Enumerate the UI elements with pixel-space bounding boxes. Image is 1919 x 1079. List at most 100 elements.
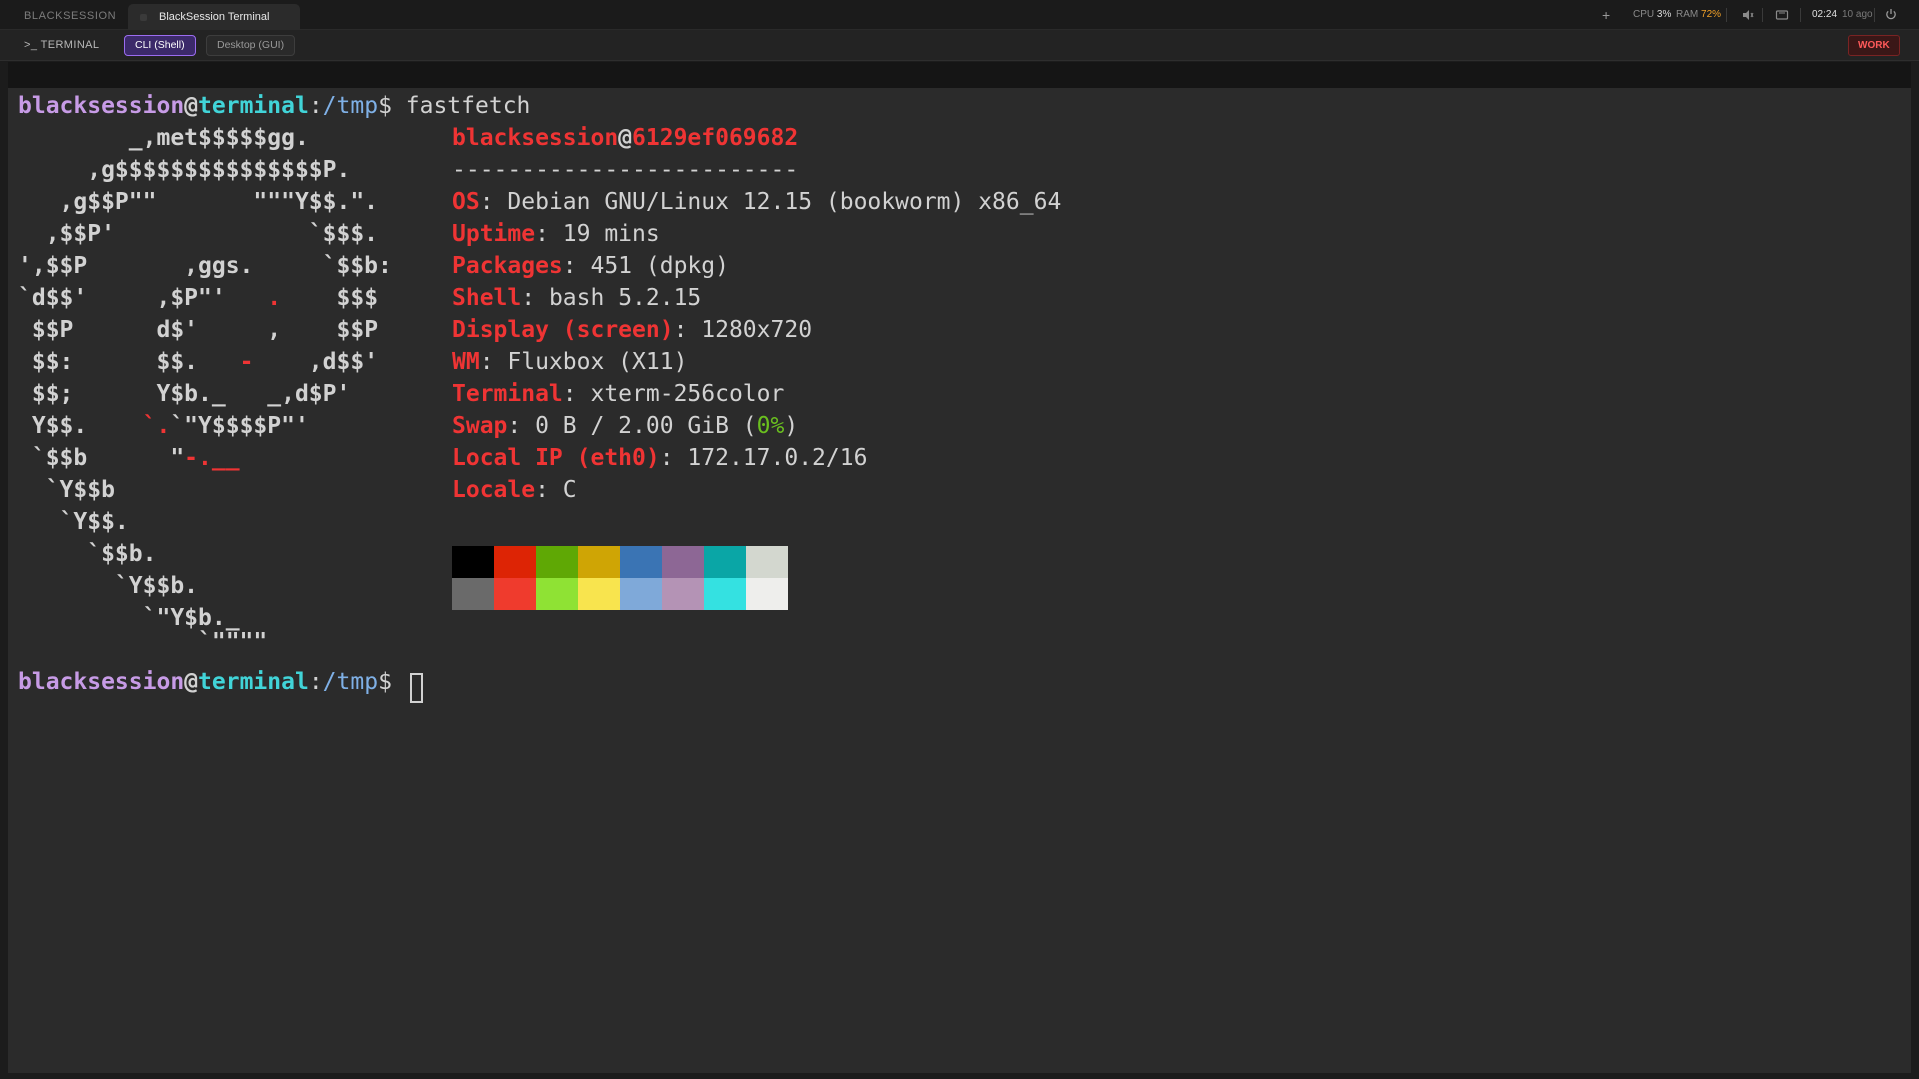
info-title: blacksession@6129ef069682 xyxy=(452,122,798,154)
palette-swatch-normal-3 xyxy=(578,546,620,578)
work-badge[interactable]: WORK xyxy=(1848,35,1900,56)
info-key: OS xyxy=(452,189,480,215)
prompt-path: /tmp xyxy=(322,93,379,119)
prompt-path: /tmp xyxy=(322,669,379,695)
cli-shell-button[interactable]: CLI (Shell) xyxy=(124,35,196,56)
palette-swatch-bright-6 xyxy=(704,578,746,610)
palette-swatch-normal-0 xyxy=(452,546,494,578)
info-separator: ------------------------- xyxy=(452,157,799,183)
divider xyxy=(1800,8,1801,22)
info-key: Uptime xyxy=(452,221,536,247)
logo-line: ,g$$P"" """Y$$.". xyxy=(18,189,379,215)
divider xyxy=(1874,8,1875,22)
logo-accent: - xyxy=(239,349,254,375)
logo-accent: -.__ xyxy=(184,445,240,471)
divider xyxy=(1762,8,1763,22)
info-key: Shell xyxy=(452,285,522,311)
info-row-shell: Shell: bash 5.2.15 xyxy=(452,282,701,314)
logo-line: `"""" xyxy=(18,629,268,655)
logo-line: `Y$$. xyxy=(18,509,129,535)
volume-icon[interactable] xyxy=(1741,8,1755,27)
mode-bar: >_ TERMINAL CLI (Shell) Desktop (GUI) WO… xyxy=(0,30,1919,61)
logo-accent: . xyxy=(267,285,282,311)
cpu-usage: CPU 3% xyxy=(1633,9,1671,20)
logo-accent xyxy=(253,317,267,343)
logo-line: ',$$P ,ggs. `$$b: xyxy=(18,253,392,279)
info-row-terminal: Terminal: xterm-256color xyxy=(452,378,784,410)
info-row-locale: Locale: C xyxy=(452,474,577,506)
logo-line: ,g$$$$$$$$$$$$$$$P. xyxy=(18,157,351,183)
palette-swatch-bright-4 xyxy=(620,578,662,610)
app-name: BLACKSESSION xyxy=(24,10,117,22)
cast-icon[interactable] xyxy=(1775,8,1789,27)
color-palette xyxy=(452,546,788,610)
palette-swatch-bright-0 xyxy=(452,578,494,610)
info-colon: : xyxy=(507,413,536,439)
logo-line: ,$$P' `$$$. xyxy=(18,221,379,247)
new-tab-plus-icon[interactable]: + xyxy=(1602,8,1610,22)
info-value: C xyxy=(562,477,577,503)
info-value: Debian GNU/Linux 12.15 (bookworm) x86_64 xyxy=(507,189,1062,215)
prompt-dollar: $ xyxy=(378,93,406,119)
info-value: 0 B / 2.00 GiB ( xyxy=(535,413,757,439)
palette-swatch-normal-7 xyxy=(746,546,788,578)
logo-accent: `. xyxy=(142,413,171,439)
info-colon: : xyxy=(562,253,591,279)
logo-line: $$; Y$b._ _,d$P' xyxy=(18,381,351,407)
info-colon: : xyxy=(562,381,591,407)
ram-label: RAM xyxy=(1676,9,1699,20)
power-icon[interactable] xyxy=(1884,7,1898,26)
tab-blacksession-terminal[interactable]: BlackSession Terminal xyxy=(128,4,300,30)
desktop-gui-button[interactable]: Desktop (GUI) xyxy=(206,35,296,56)
last-update: 10 ago xyxy=(1842,9,1873,20)
info-row-os: OS: Debian GNU/Linux 12.15 (bookworm) x8… xyxy=(452,186,1061,218)
info-key: Display (screen) xyxy=(452,317,674,343)
info-row-packages: Packages: 451 (dpkg) xyxy=(452,250,729,282)
logo-line: `$$b "-.__ xyxy=(18,445,240,471)
tab-label: BlackSession Terminal xyxy=(159,11,270,23)
terminal-header-strip xyxy=(8,62,1911,88)
cpu-value: 3% xyxy=(1656,9,1672,20)
info-key: WM xyxy=(452,349,480,375)
info-row-wm: WM: Fluxbox (X11) xyxy=(452,346,687,378)
palette-swatch-bright-7 xyxy=(746,578,788,610)
cpu-label: CPU xyxy=(1633,9,1655,20)
tab-icon xyxy=(140,14,147,21)
prompt-colon: : xyxy=(308,669,323,695)
prompt-user: blacksession xyxy=(18,669,185,695)
info-colon: : xyxy=(479,189,508,215)
prompt-colon: : xyxy=(308,93,323,119)
info-colon: : xyxy=(535,477,563,503)
info-value: 1280x720 xyxy=(701,317,813,343)
palette-swatch-normal-2 xyxy=(536,546,578,578)
info-key: Packages xyxy=(452,253,563,279)
info-row-display: Display (screen): 1280x720 xyxy=(452,314,812,346)
info-value: 451 (dpkg) xyxy=(590,253,729,279)
top-tab-bar: BLACKSESSION BlackSession Terminal + CPU… xyxy=(0,0,1919,30)
ram-usage: RAM 72% xyxy=(1676,9,1721,20)
clock: 02:24 xyxy=(1812,9,1838,20)
info-key: Terminal xyxy=(452,381,563,407)
terminal-screen[interactable]: blacksession@terminal:/tmp$ fastfetch _,… xyxy=(8,88,1911,1073)
palette-swatch-normal-1 xyxy=(494,546,536,578)
info-user: blacksession xyxy=(452,125,619,151)
logo-line: `d$$' ,$P"' . $$$ xyxy=(18,285,379,311)
info-key: Local IP (eth0) xyxy=(452,445,660,471)
info-value-suffix: ) xyxy=(784,413,799,439)
info-at: @ xyxy=(618,125,633,151)
palette-swatch-normal-6 xyxy=(704,546,746,578)
palette-swatch-normal-5 xyxy=(662,546,704,578)
palette-swatch-bright-1 xyxy=(494,578,536,610)
logo-line: `$$b. xyxy=(18,541,157,567)
info-colon: : xyxy=(659,445,688,471)
command-text: fastfetch xyxy=(405,93,531,119)
info-row-uptime: Uptime: 19 mins xyxy=(452,218,660,250)
prompt-user: blacksession xyxy=(18,93,185,119)
terminal-section-label: >_ TERMINAL xyxy=(24,39,100,51)
info-row-local-ip: Local IP (eth0): 172.17.0.2/16 xyxy=(452,442,867,474)
terminal-cursor xyxy=(410,673,423,703)
ram-value: 72% xyxy=(1701,9,1722,20)
prompt-at: @ xyxy=(184,669,199,695)
logo-line: _,met$$$$$gg. xyxy=(18,125,309,151)
info-row-swap: Swap: 0 B / 2.00 GiB (0%) xyxy=(452,410,798,442)
